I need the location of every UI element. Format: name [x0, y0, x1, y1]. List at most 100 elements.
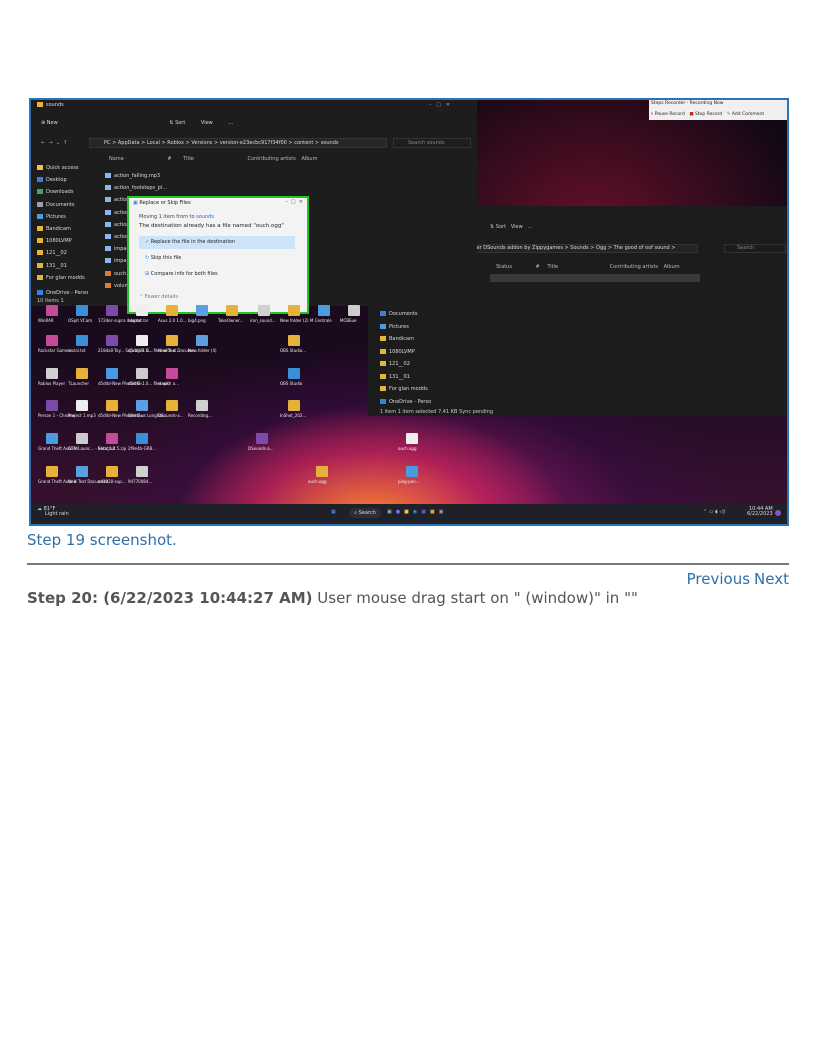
desktop-icon[interactable] — [136, 305, 148, 316]
column-title[interactable]: Title — [183, 156, 194, 162]
nav-item[interactable]: 121__02 — [380, 358, 431, 371]
clock[interactable]: 10:44 AM 6/22/2023 — [747, 507, 773, 517]
desktop-icon[interactable] — [136, 466, 148, 477]
desktop-icon[interactable] — [106, 305, 118, 316]
add-comment-button[interactable]: ✎ Add Comment — [727, 112, 764, 117]
screenshot-caption[interactable]: Step 19 screenshot. — [27, 531, 177, 549]
desktop-icon[interactable] — [76, 466, 88, 477]
replace-skip-dialog[interactable]: ▣ Replace or Skip Files – □ ✕ Moving 1 i… — [127, 196, 309, 314]
next-link[interactable]: Next — [754, 570, 789, 588]
nav-item[interactable]: Downloads — [37, 186, 88, 198]
desktop-icon[interactable] — [136, 400, 148, 411]
nav-arrows[interactable]: ← → ⌄ ↑ — [41, 140, 67, 146]
nav-item[interactable]: 131__01 — [37, 260, 88, 272]
desktop-icon[interactable] — [288, 400, 300, 411]
skip-option[interactable]: ↻ Skip this file — [139, 252, 295, 265]
address-bar[interactable]: PC > AppData > Local > Roblox > Versions… — [89, 138, 387, 148]
view-button[interactable]: View — [511, 224, 523, 230]
search-field[interactable]: Search sounds — [393, 138, 471, 148]
nav-item[interactable]: Documents — [380, 308, 431, 321]
weather-widget[interactable]: ☁ 81°F Light rain — [37, 507, 69, 517]
desktop-icon[interactable] — [106, 466, 118, 477]
desktop-icon[interactable] — [166, 400, 178, 411]
nav-item[interactable]: Bandicam — [37, 223, 88, 235]
selected-file-row[interactable] — [490, 274, 700, 282]
desktop-icon[interactable] — [226, 305, 238, 316]
sort-button[interactable]: Sort — [175, 120, 185, 126]
nav-item[interactable]: Bandicam — [380, 333, 431, 346]
desktop-icon[interactable] — [76, 400, 88, 411]
desktop-icon[interactable] — [136, 335, 148, 346]
desktop-icon[interactable] — [46, 400, 58, 411]
nav-item[interactable]: 1080LVMP — [380, 346, 431, 359]
desktop-icon[interactable] — [106, 400, 118, 411]
desktop-icon[interactable] — [288, 368, 300, 379]
desktop-icon[interactable] — [46, 335, 58, 346]
desktop-icon[interactable] — [76, 433, 88, 444]
desktop-icon[interactable] — [76, 335, 88, 346]
desktop-icon[interactable] — [406, 433, 418, 444]
desktop-icon[interactable] — [196, 335, 208, 346]
desktop-icon[interactable] — [348, 305, 360, 316]
nav-item[interactable]: OneDrive - Perso — [380, 396, 431, 409]
nav-item[interactable]: For glan modds — [380, 383, 431, 396]
file-row[interactable]: action_falling.mp3 — [105, 170, 167, 182]
desktop-icon[interactable] — [46, 433, 58, 444]
start-button[interactable]: ▦ — [331, 509, 336, 515]
desktop-icon[interactable] — [106, 433, 118, 444]
column-album[interactable]: Album — [664, 264, 680, 270]
desktop-icon[interactable] — [256, 433, 268, 444]
desktop-icon[interactable] — [196, 400, 208, 411]
more-button[interactable]: ... — [228, 120, 233, 126]
nav-item[interactable]: Desktop — [37, 174, 88, 186]
nav-item-quick-access[interactable]: Quick access — [37, 162, 88, 174]
desktop-icon[interactable] — [166, 335, 178, 346]
desktop-icon[interactable] — [106, 368, 118, 379]
desktop-icon[interactable] — [106, 335, 118, 346]
file-row[interactable]: action_footsteps_pl... — [105, 182, 167, 194]
steps-recorder-window[interactable]: Steps Recorder - Recording Now ⏸ Pause R… — [649, 100, 787, 120]
nav-item[interactable]: 1080LVMP — [37, 235, 88, 247]
pause-record-button[interactable]: ⏸ Pause Record — [651, 112, 685, 117]
desktop-icon[interactable] — [76, 305, 88, 316]
nav-item[interactable]: Pictures — [37, 211, 88, 223]
column-artists[interactable]: Contributing artists — [610, 264, 658, 270]
desktop-icon[interactable] — [136, 433, 148, 444]
view-button[interactable]: View — [201, 120, 213, 126]
sort-button[interactable]: Sort — [496, 224, 506, 230]
desktop-icon[interactable] — [46, 368, 58, 379]
desktop-icon[interactable] — [166, 368, 178, 379]
column-number[interactable]: # — [536, 264, 540, 270]
column-number[interactable]: # — [167, 156, 171, 162]
replace-option[interactable]: ✓ Replace the file in the destination — [139, 236, 295, 249]
window-controls[interactable]: – □ ✕ — [429, 102, 450, 108]
tray-icons[interactable]: ⌃ ▭ ◖ ◁) — [703, 509, 725, 515]
desktop-icon[interactable] — [166, 305, 178, 316]
desktop-icon[interactable] — [46, 305, 58, 316]
taskbar-apps[interactable]: ▣●■◉■■▣ — [387, 509, 447, 515]
desktop-icon[interactable] — [46, 466, 58, 477]
nav-item[interactable]: For glan modds — [37, 272, 88, 284]
column-album[interactable]: Album — [301, 156, 317, 162]
desktop-icon[interactable] — [316, 466, 328, 477]
nav-item[interactable]: Pictures — [380, 321, 431, 334]
taskbar-search[interactable]: ⌕ Search — [349, 508, 381, 518]
desktop-icon[interactable] — [76, 368, 88, 379]
column-artists[interactable]: Contributing artists — [247, 156, 295, 162]
nav-item[interactable]: 131__01 — [380, 371, 431, 384]
desktop-icon[interactable] — [288, 305, 300, 316]
desktop-icon[interactable] — [318, 305, 330, 316]
desktop-icon[interactable] — [288, 335, 300, 346]
nav-item[interactable]: Documents — [37, 199, 88, 211]
desktop-icon[interactable] — [136, 368, 148, 379]
column-title[interactable]: Title — [547, 264, 558, 270]
fewer-details-button[interactable]: ⌃ Fewer details — [139, 294, 178, 300]
search-field[interactable]: Search — [724, 244, 786, 253]
column-name[interactable]: Name — [109, 156, 124, 162]
dialog-controls[interactable]: – □ ✕ — [285, 199, 303, 205]
column-status[interactable]: Status — [496, 264, 512, 270]
stop-record-button[interactable]: ■ Stop Record — [689, 112, 722, 117]
new-button[interactable]: New — [47, 120, 58, 126]
desktop-icon[interactable] — [406, 466, 418, 477]
desktop-icon[interactable] — [196, 305, 208, 316]
